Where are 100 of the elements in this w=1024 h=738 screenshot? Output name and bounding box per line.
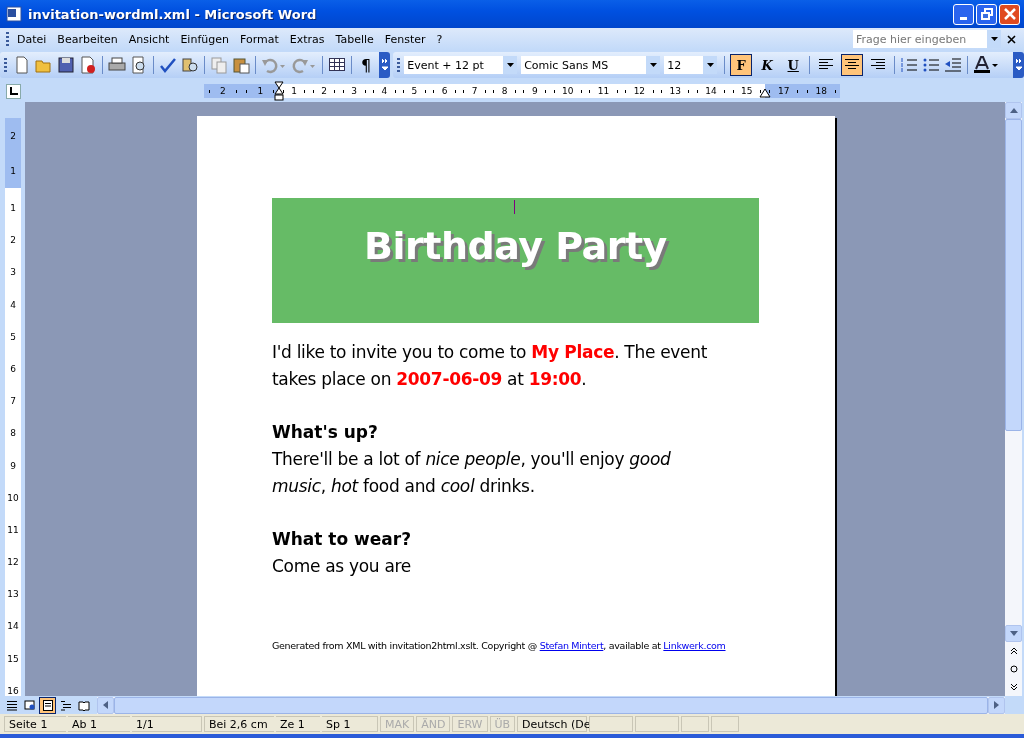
grip-handle[interactable]: [6, 32, 9, 46]
ruler-number: 1: [10, 165, 16, 176]
status-field: Deutsch (De: [517, 716, 588, 732]
close-icon[interactable]: [1007, 34, 1016, 44]
style-dropdown[interactable]: Event + 12 pt: [404, 56, 518, 74]
ruler-number: 1: [10, 203, 16, 213]
menu-item[interactable]: Extras: [285, 32, 332, 46]
ruler-number: 12: [7, 557, 19, 568]
next-page-icon[interactable]: [1009, 683, 1018, 691]
close-icon: [1003, 8, 1016, 20]
scroll-down-icon[interactable]: [1009, 631, 1018, 636]
outline-view-icon: [59, 699, 72, 711]
scroll-up-icon[interactable]: [1009, 108, 1018, 113]
caret-icon: [649, 63, 657, 67]
ruler-number: 5: [10, 331, 16, 342]
ruler-number: 2: [10, 130, 16, 141]
caret-icon: [990, 37, 998, 41]
printer-icon[interactable]: [108, 56, 126, 74]
status-field: [589, 716, 634, 732]
ruler-number: 12: [633, 86, 646, 96]
grip-handle[interactable]: [397, 58, 401, 72]
caret-icon: [706, 63, 714, 67]
chevron-icon: [380, 58, 389, 72]
horizontal-scrollbar[interactable]: [97, 696, 1005, 714]
ruler-number: 17: [778, 86, 790, 96]
ruler-number: 6: [10, 363, 16, 374]
font-color-icon[interactable]: [973, 56, 1000, 74]
align-right-icon: [871, 59, 886, 71]
menu-item[interactable]: Tabelle: [331, 32, 381, 46]
bold-button[interactable]: F: [730, 54, 753, 76]
table-icon[interactable]: [328, 56, 346, 74]
align-center-button[interactable]: [841, 54, 864, 76]
ruler-number: 14: [705, 86, 717, 96]
footer-link[interactable]: Linkwerk.com: [663, 640, 726, 651]
ruler-number: 1: [257, 86, 264, 96]
paste-icon[interactable]: [232, 56, 250, 74]
ruler-number: 3: [10, 267, 16, 278]
menu-item[interactable]: Einfügen: [176, 32, 236, 46]
document-icon: [6, 6, 22, 22]
font-dropdown[interactable]: Comic Sans MS: [521, 56, 661, 74]
spelling-check-icon[interactable]: [159, 56, 177, 74]
restore-button[interactable]: [976, 3, 997, 25]
status-field: Ab 1: [68, 716, 130, 732]
font-size-dropdown[interactable]: 12: [664, 56, 718, 74]
scroll-right-icon[interactable]: [994, 701, 999, 709]
menu-item[interactable]: ?: [432, 32, 450, 46]
ruler-number: 7: [10, 396, 16, 407]
minimize-icon: [960, 16, 967, 20]
status-field: 1/1: [132, 716, 202, 732]
ruler-number: 8: [501, 86, 508, 96]
vertical-scrollbar[interactable]: [1005, 102, 1022, 696]
close-button[interactable]: [999, 3, 1020, 25]
research-icon[interactable]: [181, 56, 199, 74]
ruler-number: 5: [411, 86, 418, 96]
window-title: invitation-wordml.xml - Microsoft Word: [28, 6, 318, 22]
normal-view-icon: [5, 699, 18, 711]
ruler-number: 10: [562, 86, 574, 96]
ruler-number: 14: [7, 621, 19, 632]
web-view-icon: [23, 699, 36, 711]
minimize-button[interactable]: [953, 3, 974, 25]
menu-item[interactable]: Fenster: [380, 32, 433, 46]
print-view-button[interactable]: [39, 696, 56, 714]
print-preview-icon[interactable]: [130, 56, 148, 74]
ruler-number: 15: [741, 86, 753, 96]
indent-marker-icon[interactable]: [274, 81, 284, 101]
show-formatting-button[interactable]: ¶: [355, 55, 378, 75]
menu-item[interactable]: Format: [235, 32, 286, 46]
bullet-list-icon[interactable]: [922, 57, 941, 73]
tab-selector-button[interactable]: [6, 83, 21, 99]
grip-handle[interactable]: [4, 58, 7, 72]
ruler-number: 2: [219, 86, 226, 96]
status-field: Seite 1: [4, 716, 66, 732]
decrease-indent-icon[interactable]: [944, 57, 963, 73]
underline-button[interactable]: U: [782, 54, 805, 76]
ruler-number: 8: [10, 428, 16, 439]
ruler-number: 6: [441, 86, 448, 96]
menu-item[interactable]: Bearbeiten: [53, 32, 125, 46]
footer-text: Generated from XML with invitation2html.xslt. Copyright @ Stefan Mintert, available at Linkwerk.com: [272, 640, 727, 651]
indent-marker-icon[interactable]: [759, 88, 771, 98]
italic-button[interactable]: K: [756, 54, 779, 76]
status-field: [711, 716, 740, 732]
scroll-left-icon[interactable]: [103, 701, 108, 709]
help-search-field[interactable]: Frage hier eingeben: [853, 30, 1001, 48]
toolbar-options-button[interactable]: [379, 52, 391, 78]
ruler-number: 18: [815, 86, 827, 96]
toolbar-options-button[interactable]: [1013, 52, 1024, 78]
ruler-number: 13: [669, 86, 681, 96]
ruler-number: 13: [7, 589, 19, 600]
browse-object-icon[interactable]: [1009, 665, 1018, 673]
menu-item[interactable]: Ansicht: [124, 32, 177, 46]
numbered-list-icon[interactable]: [900, 57, 919, 73]
new-document-icon[interactable]: [13, 56, 31, 74]
paragraph: I'd like to invite you to come to My Place. The event takes place on 2007-06-09 at 19:00.: [272, 341, 709, 391]
status-field: ERW: [452, 716, 488, 732]
status-field: [681, 716, 710, 732]
chevron-icon: [1014, 58, 1023, 72]
align-left-icon: [819, 59, 834, 71]
paragraph: There'll be a lot of nice people, you'll enjoy good music, hot food and cool drinks.: [272, 448, 672, 498]
menu-item[interactable]: Datei: [13, 32, 54, 46]
previous-page-icon[interactable]: [1009, 647, 1018, 655]
